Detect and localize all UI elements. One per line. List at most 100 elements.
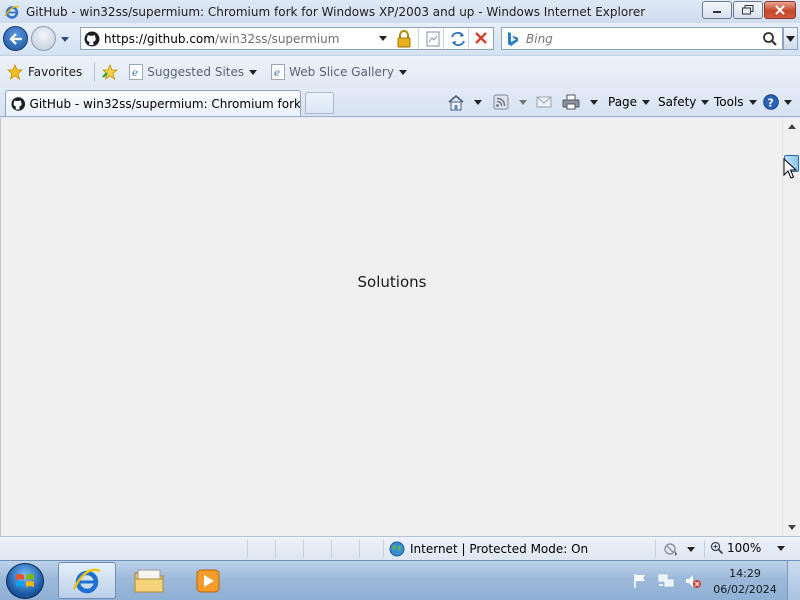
favorites-separator <box>94 62 96 82</box>
network-button[interactable] <box>657 573 675 589</box>
favorites-label: Favorites <box>28 65 83 79</box>
clock-time: 14:29 <box>729 567 761 580</box>
ie-icon <box>72 568 101 593</box>
chevron-down-icon <box>398 69 407 75</box>
page-menu[interactable]: Page <box>608 92 651 112</box>
safety-menu-label: Safety <box>658 95 697 109</box>
chevron-down-icon <box>784 99 792 105</box>
status-separator <box>383 540 384 558</box>
tools-menu-label: Tools <box>714 95 744 109</box>
popup-blocker-icon <box>664 543 677 556</box>
forward-arrow-icon <box>32 27 56 51</box>
maximize-icon <box>742 5 754 15</box>
vertical-scrollbar[interactable] <box>782 118 800 536</box>
safety-menu[interactable]: Safety <box>658 92 710 112</box>
chevron-down-icon <box>687 546 695 552</box>
minimize-icon <box>713 11 721 13</box>
print-icon <box>562 94 580 110</box>
taskbar-internet-explorer[interactable] <box>58 562 116 599</box>
help-icon: ? <box>763 94 779 110</box>
search-field[interactable] <box>501 27 783 50</box>
new-tab-button[interactable] <box>305 92 334 114</box>
address-separator <box>418 28 419 49</box>
favorites-button[interactable]: Favorites <box>7 64 82 80</box>
favorites-bar: Favorites e Suggested Sites e Web Slice … <box>0 55 800 88</box>
status-bar: Internet | Protected Mode: On 100% <box>0 536 800 560</box>
add-favorites-icon <box>102 64 119 80</box>
svg-text:?: ? <box>767 96 773 109</box>
favorites-item-label: Suggested Sites <box>147 65 245 79</box>
page-content[interactable]: Solutions <box>0 118 782 536</box>
chevron-down-icon <box>748 99 757 105</box>
status-separator <box>303 540 304 558</box>
volume-button[interactable] <box>684 573 702 589</box>
tab-label: GitHub - win32ss/supermium: Chromium for… <box>29 96 300 111</box>
show-desktop-button[interactable] <box>787 561 800 600</box>
tab-bar: GitHub - win32ss/supermium: Chromium for… <box>0 88 800 117</box>
taskbar-windows-explorer[interactable] <box>120 562 178 599</box>
favorites-item-web-slice-gallery[interactable]: e Web Slice Gallery <box>271 64 407 80</box>
mouse-cursor-icon <box>783 158 797 179</box>
taskbar-clock[interactable]: 14:29 06/02/2024 <box>706 566 784 598</box>
address-separator <box>468 28 469 49</box>
refresh-icon[interactable] <box>449 30 467 48</box>
action-center-button[interactable] <box>632 573 648 589</box>
close-button[interactable] <box>764 1 796 19</box>
chevron-down-icon <box>474 99 482 105</box>
security-zone[interactable]: Internet | Protected Mode: On <box>389 541 588 557</box>
compatibility-icon[interactable] <box>425 30 441 48</box>
search-icon[interactable] <box>762 31 778 47</box>
forward-button[interactable] <box>31 26 56 51</box>
chevron-down-icon <box>701 99 710 105</box>
github-icon <box>11 96 26 111</box>
help-button[interactable]: ? <box>763 92 792 112</box>
status-separator <box>359 540 360 558</box>
scroll-down-arrow-icon[interactable] <box>788 525 796 530</box>
zoom-level: 100% <box>727 541 762 555</box>
recent-pages-dropdown-icon[interactable] <box>59 33 71 45</box>
status-separator <box>247 540 248 558</box>
status-separator <box>704 540 705 558</box>
back-button[interactable] <box>3 26 28 51</box>
volume-muted-icon <box>686 575 701 588</box>
window-title: GitHub - win32ss/supermium: Chromium for… <box>26 4 646 19</box>
search-provider-dropdown[interactable] <box>783 27 798 50</box>
lock-icon[interactable] <box>396 30 412 48</box>
home-icon <box>448 94 464 110</box>
close-icon <box>775 5 785 15</box>
print-button[interactable] <box>562 92 598 112</box>
address-field[interactable]: https://github.com/win32ss/supermium <box>80 27 494 50</box>
back-arrow-icon <box>8 32 22 45</box>
page-heading: Solutions <box>357 273 427 291</box>
window-titlebar[interactable]: GitHub - win32ss/supermium: Chromium for… <box>0 0 800 23</box>
favorites-item-suggested-sites[interactable]: e Suggested Sites <box>129 64 258 80</box>
address-dropdown-icon[interactable] <box>378 34 388 42</box>
read-mail-button[interactable] <box>536 92 552 112</box>
address-separator <box>443 28 444 49</box>
chevron-down-icon <box>642 99 651 105</box>
tools-menu[interactable]: Tools <box>714 92 757 112</box>
maximize-button[interactable] <box>733 1 763 19</box>
zoom-control[interactable]: 100% <box>710 541 786 555</box>
home-button[interactable] <box>447 92 482 112</box>
status-separator <box>275 540 276 558</box>
popup-blocker-button[interactable] <box>662 541 695 557</box>
chevron-down-icon <box>590 99 598 105</box>
github-icon <box>84 31 100 46</box>
feeds-icon <box>493 94 509 110</box>
ie-icon <box>4 5 20 19</box>
ie-page-icon: e <box>271 64 286 80</box>
globe-icon <box>389 541 405 557</box>
chevron-down-icon <box>249 69 258 75</box>
search-input[interactable] <box>526 31 756 46</box>
stop-icon[interactable] <box>474 31 488 45</box>
taskbar-media-player[interactable] <box>179 562 237 599</box>
tab-github[interactable]: GitHub - win32ss/supermium: Chromium for… <box>5 90 301 116</box>
add-to-favorites-bar-button[interactable] <box>101 64 121 80</box>
minimize-button[interactable] <box>702 1 732 19</box>
scroll-up-arrow-icon[interactable] <box>788 124 796 129</box>
feeds-button[interactable] <box>493 92 527 112</box>
start-button[interactable] <box>6 563 44 599</box>
network-icon <box>658 574 674 587</box>
url-text: https://github.com/win32ss/supermium <box>104 31 340 46</box>
